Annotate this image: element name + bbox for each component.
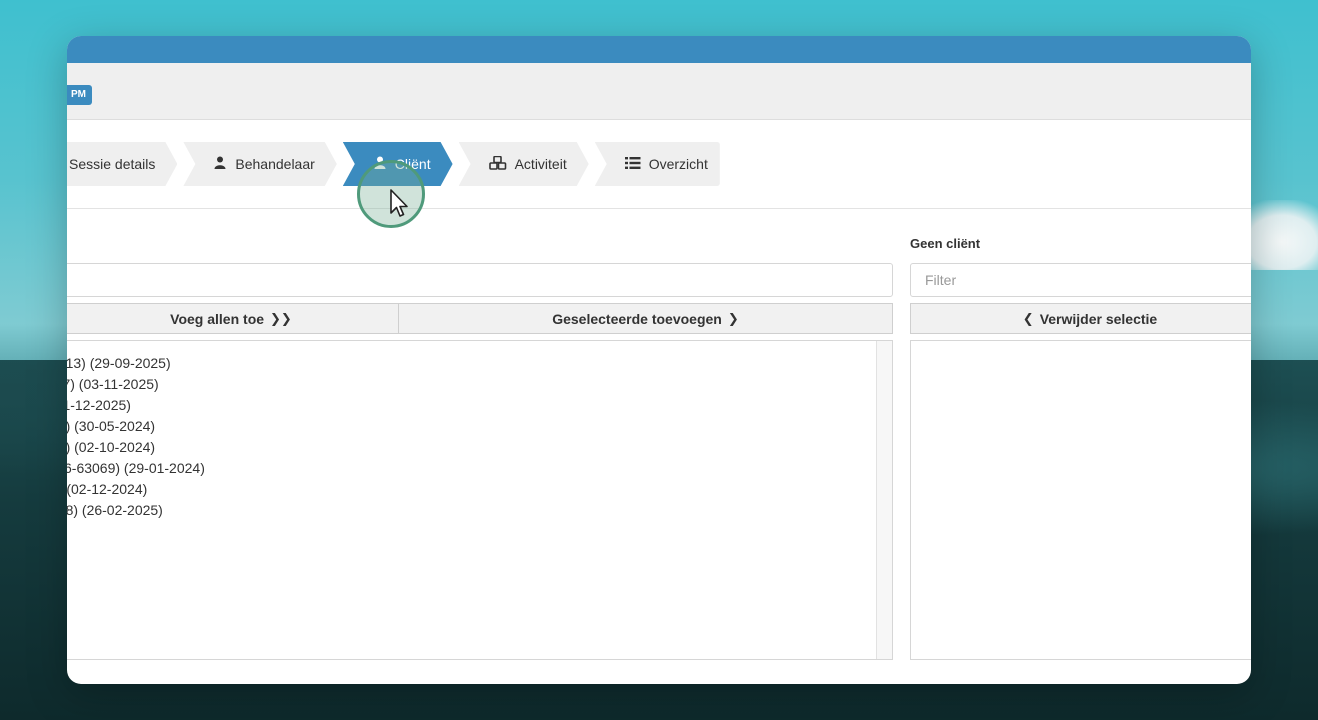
- list-item[interactable]: (01-12-2025): [67, 395, 205, 416]
- step-label: Sessie details: [69, 156, 156, 172]
- step-label: Overzicht: [648, 156, 708, 172]
- add-all-label: Voeg allen toe: [170, 310, 265, 327]
- cubes-icon: [489, 156, 507, 173]
- selected-clients-list[interactable]: [910, 340, 1251, 660]
- step-activiteit[interactable]: Activiteit: [459, 142, 589, 186]
- step-overzicht[interactable]: Overzicht: [594, 142, 720, 186]
- list-icon: [624, 156, 641, 172]
- list-items: 3513) (29-09-2025))67) (03-11-2025) (01-…: [67, 353, 205, 521]
- add-selected-button[interactable]: Geselecteerde toevoegen ❯: [398, 303, 893, 334]
- title-bar: [67, 36, 1251, 63]
- time-badge: PM: [67, 85, 92, 105]
- sub-header: PM: [67, 63, 1251, 120]
- divider: [67, 208, 1251, 209]
- selected-clients-label: Geen cliënt: [910, 236, 981, 251]
- step-sessie-details[interactable]: Sessie details: [67, 142, 177, 186]
- left-filter-input[interactable]: [67, 263, 893, 297]
- list-item[interactable]: 64) (30-05-2024): [67, 416, 205, 437]
- list-item[interactable]: 64) (02-10-2024): [67, 437, 205, 458]
- list-item[interactable]: E-6-63069) (29-01-2024): [67, 458, 205, 479]
- step-label: Behandelaar: [235, 156, 315, 172]
- mouse-cursor-icon: [390, 189, 408, 217]
- chevron-right-icon: ❯: [727, 310, 739, 326]
- add-all-button[interactable]: Voeg allen toe ❯❯: [67, 303, 399, 334]
- app-window: PM Sessie details Behandelaar Cliënt Act…: [67, 36, 1251, 684]
- add-selected-label: Geselecteerde toevoegen: [552, 310, 722, 327]
- chevron-left-icon: ❮: [1022, 310, 1034, 326]
- list-item[interactable]: 3513) (29-09-2025): [67, 353, 205, 374]
- list-item[interactable]: )67) (03-11-2025): [67, 374, 205, 395]
- user-icon: [213, 156, 227, 172]
- remove-selection-button[interactable]: ❮ Verwijder selectie: [910, 303, 1251, 334]
- double-chevron-right-icon: ❯❯: [270, 310, 292, 326]
- list-scrollbar[interactable]: [876, 341, 892, 659]
- list-item[interactable]: 358) (26-02-2025): [67, 500, 205, 521]
- available-clients-list[interactable]: 3513) (29-09-2025))67) (03-11-2025) (01-…: [67, 340, 893, 660]
- right-filter-input[interactable]: Filter: [910, 263, 1251, 297]
- list-item[interactable]: 3) (02-12-2024): [67, 479, 205, 500]
- remove-selection-label: Verwijder selectie: [1039, 310, 1158, 327]
- step-behandelaar[interactable]: Behandelaar: [183, 142, 336, 186]
- step-label: Activiteit: [514, 156, 567, 172]
